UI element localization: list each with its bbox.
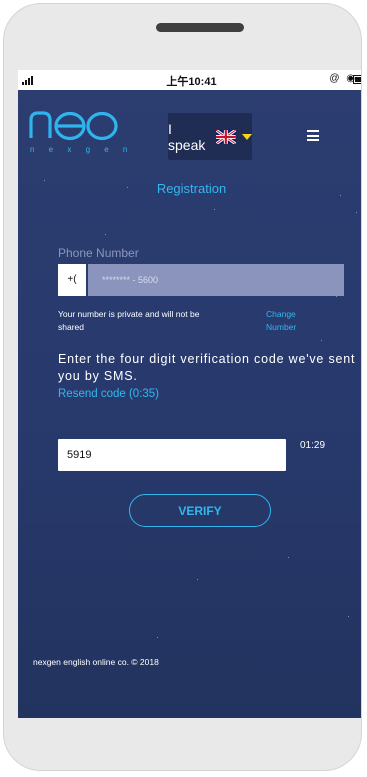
verify-button[interactable]: VERIFY <box>129 494 271 527</box>
caret-down-icon <box>242 133 252 140</box>
verification-instruction: Enter the four digit verification code w… <box>58 352 356 383</box>
verification-code-input[interactable] <box>58 439 286 471</box>
language-label: I speak <box>168 120 206 153</box>
logo-subtitle: n e x g e n <box>30 145 134 154</box>
star-decoration <box>157 637 158 638</box>
country-code-selector[interactable]: +( <box>58 264 86 296</box>
star-decoration <box>105 234 106 235</box>
star-decoration <box>348 616 349 617</box>
phone-speaker <box>156 23 244 32</box>
star-decoration <box>214 209 215 210</box>
app-screen: 上午10:41 @ ◉ n e x g e n I speak Registra… <box>18 70 361 718</box>
star-decoration <box>321 340 322 341</box>
status-time: 上午10:41 <box>166 76 217 88</box>
change-number-link[interactable]: Change Number <box>266 308 326 334</box>
star-decoration <box>336 296 337 297</box>
resend-code-link[interactable]: Resend code (0:35) <box>58 388 159 400</box>
countdown-timer: 01:29 <box>300 440 326 451</box>
uk-flag-icon <box>216 129 236 144</box>
star-decoration <box>356 212 357 213</box>
status-bar: 上午10:41 @ ◉ <box>18 70 361 90</box>
star-decoration <box>288 557 289 558</box>
page-title: Registration <box>156 181 227 196</box>
language-selector[interactable]: I speak <box>168 113 252 160</box>
phone-number-field[interactable] <box>88 264 344 296</box>
star-decoration <box>197 579 198 580</box>
phone-number-label: Phone Number <box>58 246 139 260</box>
phone-frame: 上午10:41 @ ◉ n e x g e n I speak Registra… <box>3 3 362 771</box>
privacy-note: Your number is private and will not be s… <box>58 309 200 332</box>
copyright-footer: nexgen english online co. © 2018 <box>33 657 159 667</box>
battery-icon <box>353 75 361 84</box>
hamburger-menu-icon[interactable] <box>307 130 319 141</box>
phone-number-row: +( <box>58 264 344 296</box>
